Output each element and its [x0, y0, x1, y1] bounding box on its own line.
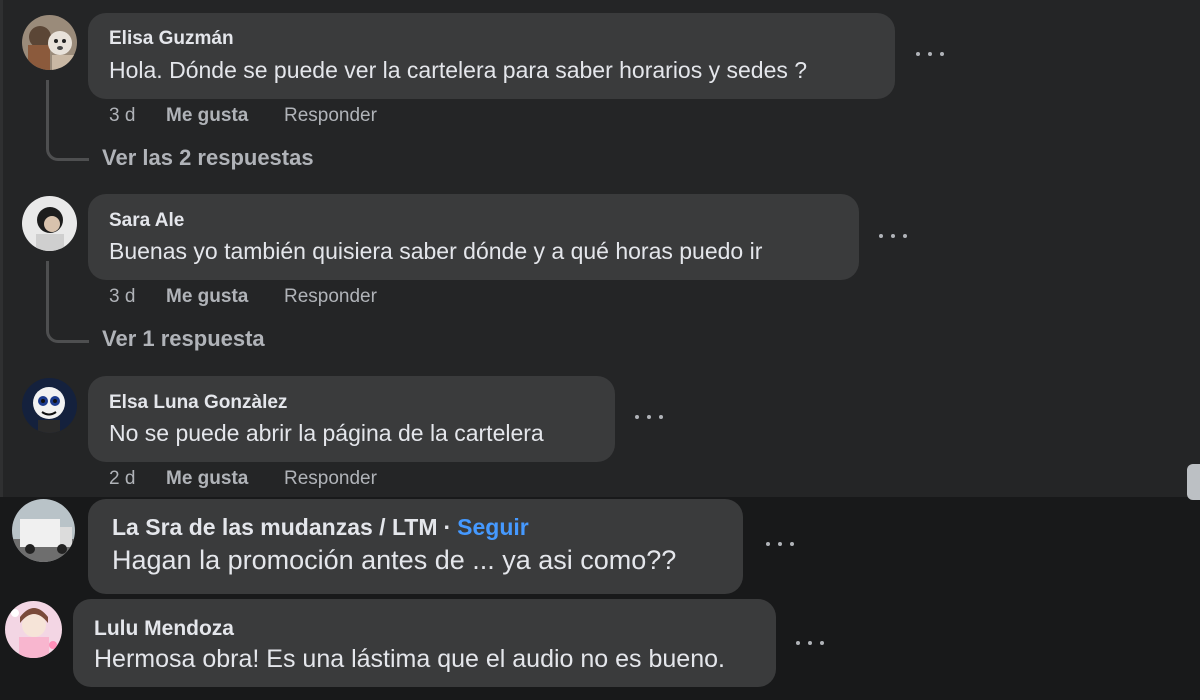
thread-line	[46, 80, 89, 161]
thread-line	[46, 261, 89, 343]
like-button[interactable]: Me gusta	[166, 286, 248, 308]
avatar[interactable]	[22, 15, 77, 70]
comment-text: Hermosa obra! Es una lástima que el audi…	[94, 645, 725, 673]
comment-text: No se puede abrir la página de la cartel…	[109, 420, 544, 446]
more-options-icon[interactable]	[916, 48, 944, 60]
panel-left-edge	[0, 0, 3, 497]
avatar[interactable]	[5, 601, 62, 658]
view-replies-link[interactable]: Ver las 2 respuestas	[102, 145, 314, 171]
comment-bubble	[88, 13, 895, 99]
comment-text: Buenas yo también quisiera saber dónde y…	[109, 238, 763, 264]
comment-author[interactable]: Elsa Luna Gonzàlez	[109, 392, 287, 414]
comment-timestamp[interactable]: 3 d	[109, 105, 135, 127]
more-options-icon[interactable]	[796, 637, 824, 649]
separator-dot: ·	[443, 514, 452, 540]
more-options-icon[interactable]	[879, 230, 907, 242]
follow-button[interactable]: Seguir	[457, 514, 529, 540]
more-options-icon[interactable]	[635, 411, 663, 423]
avatar[interactable]	[12, 499, 75, 562]
more-options-icon[interactable]	[766, 538, 794, 550]
comment-author[interactable]: Lulu Mendoza	[94, 617, 234, 641]
comment-timestamp[interactable]: 3 d	[109, 286, 135, 308]
comment-author: La Sra de las mudanzas / LTM · Seguir	[112, 514, 529, 541]
comment-author[interactable]: Sara Ale	[109, 210, 184, 232]
reply-button[interactable]: Responder	[284, 286, 377, 308]
like-button[interactable]: Me gusta	[166, 105, 248, 127]
comment-timestamp[interactable]: 2 d	[109, 468, 135, 490]
comment-text: Hagan la promoción antes de ... ya asi c…	[112, 545, 677, 575]
comment-author[interactable]: Elisa Guzmán	[109, 28, 234, 50]
comment-text: Hola. Dónde se puede ver la cartelera pa…	[109, 57, 808, 83]
view-replies-link[interactable]: Ver 1 respuesta	[102, 326, 265, 352]
scrollbar-thumb[interactable]	[1187, 464, 1200, 500]
comment-bubble	[88, 194, 859, 280]
reply-button[interactable]: Responder	[284, 468, 377, 490]
avatar[interactable]	[22, 378, 77, 433]
comment-bubble	[88, 376, 615, 462]
avatar[interactable]	[22, 196, 77, 251]
reply-button[interactable]: Responder	[284, 105, 377, 127]
author-name[interactable]: La Sra de las mudanzas / LTM	[112, 514, 438, 540]
like-button[interactable]: Me gusta	[166, 468, 248, 490]
